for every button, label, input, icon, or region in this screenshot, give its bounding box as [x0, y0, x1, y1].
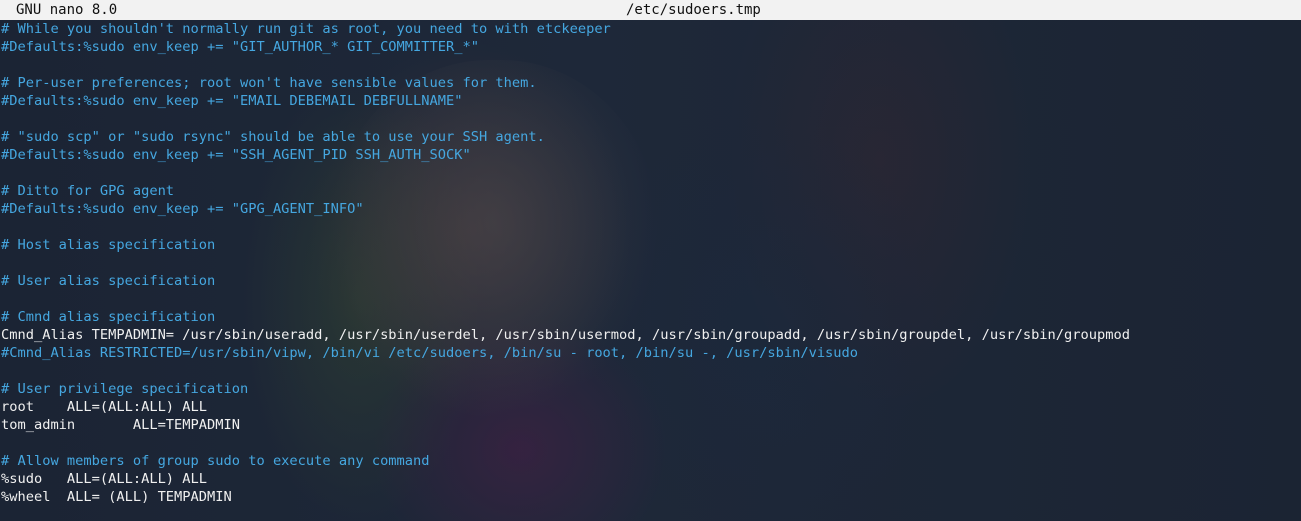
comment-line[interactable]: # User alias specification	[1, 272, 1300, 290]
code-line[interactable]: Cmnd_Alias TEMPADMIN= /usr/sbin/useradd,…	[1, 326, 1300, 344]
nano-title-bar: GNU nano 8.0 /etc/sudoers.tmp	[0, 0, 1301, 20]
blank-line[interactable]	[1, 110, 1300, 128]
comment-line[interactable]: # User privilege specification	[1, 380, 1300, 398]
blank-line[interactable]	[1, 164, 1300, 182]
comment-line[interactable]: #Defaults:%sudo env_keep += "EMAIL DEBEM…	[1, 92, 1300, 110]
comment-line[interactable]: #Defaults:%sudo env_keep += "GPG_AGENT_I…	[1, 200, 1300, 218]
code-line[interactable]: root ALL=(ALL:ALL) ALL	[1, 398, 1300, 416]
comment-line[interactable]: # Host alias specification	[1, 236, 1300, 254]
open-file-name: /etc/sudoers.tmp	[626, 2, 761, 18]
code-line[interactable]: %wheel ALL= (ALL) TEMPADMIN	[1, 488, 1300, 506]
comment-line[interactable]: # "sudo scp" or "sudo rsync" should be a…	[1, 128, 1300, 146]
comment-line[interactable]: #Defaults:%sudo env_keep += "SSH_AGENT_P…	[1, 146, 1300, 164]
comment-line[interactable]: #Defaults:%sudo env_keep += "GIT_AUTHOR_…	[1, 38, 1300, 56]
comment-line[interactable]: # While you shouldn't normally run git a…	[1, 20, 1300, 38]
comment-line[interactable]: # Cmnd alias specification	[1, 308, 1300, 326]
blank-line[interactable]	[1, 254, 1300, 272]
code-line[interactable]: %sudo ALL=(ALL:ALL) ALL	[1, 470, 1300, 488]
editor-app-name: GNU nano 8.0	[16, 2, 118, 18]
comment-line[interactable]: # Per-user preferences; root won't have …	[1, 74, 1300, 92]
comment-line[interactable]: #Cmnd_Alias RESTRICTED=/usr/sbin/vipw, /…	[1, 344, 1300, 362]
comment-line[interactable]: # Ditto for GPG agent	[1, 182, 1300, 200]
blank-line[interactable]	[1, 434, 1300, 452]
text-editor-area[interactable]: # While you shouldn't normally run git a…	[1, 20, 1300, 521]
blank-line[interactable]	[1, 56, 1300, 74]
blank-line[interactable]	[1, 218, 1300, 236]
blank-line[interactable]	[1, 290, 1300, 308]
blank-line[interactable]	[1, 362, 1300, 380]
code-line[interactable]: tom_admin ALL=TEMPADMIN	[1, 416, 1300, 434]
comment-line[interactable]: # Allow members of group sudo to execute…	[1, 452, 1300, 470]
